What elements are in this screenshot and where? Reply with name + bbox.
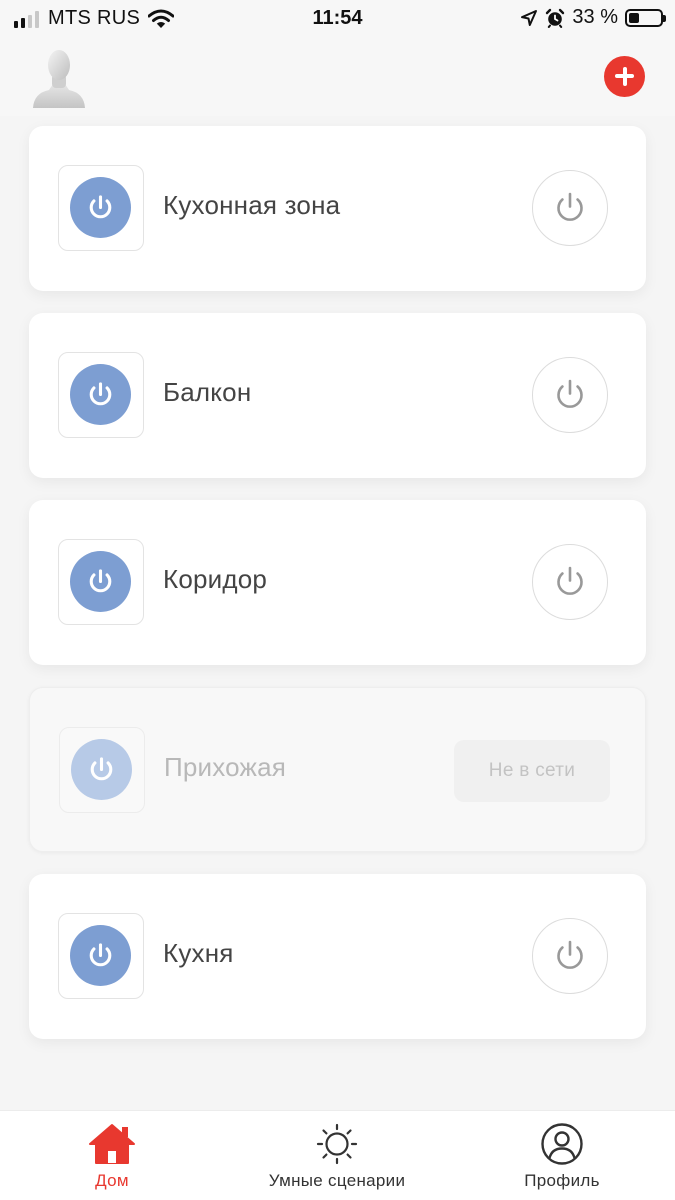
power-icon <box>557 379 583 408</box>
tab-smart-scenarios[interactable]: Умные сценарии <box>237 1123 437 1191</box>
tab-label: Умные сценарии <box>268 1171 406 1190</box>
sun-icon <box>316 1123 358 1165</box>
home-icon <box>89 1124 135 1164</box>
device-card-offline[interactable]: Прихожая Не в сети <box>29 687 646 852</box>
device-icon-tile[interactable] <box>58 352 144 438</box>
add-device-button[interactable] <box>604 56 645 97</box>
device-name: Прихожая <box>164 752 287 782</box>
power-toggle-button[interactable] <box>532 918 608 994</box>
power-icon <box>557 192 583 221</box>
device-icon-tile[interactable] <box>58 165 144 251</box>
power-icon <box>557 940 583 969</box>
user-avatar-icon[interactable] <box>30 46 88 108</box>
power-icon <box>70 925 131 986</box>
device-list: Кухонная зона Балкон Коридор Прихожая Не… <box>29 126 646 1061</box>
tab-profile[interactable]: Профиль <box>462 1123 662 1191</box>
device-card[interactable]: Коридор <box>29 500 646 665</box>
battery-icon <box>625 8 666 27</box>
battery-percent: 33 % <box>572 6 618 28</box>
power-icon <box>70 364 131 425</box>
device-name: Балкон <box>163 377 252 407</box>
profile-icon <box>541 1123 583 1165</box>
device-name: Кухонная зона <box>163 190 341 220</box>
power-toggle-button[interactable] <box>532 357 608 433</box>
device-icon-tile[interactable] <box>59 727 145 813</box>
power-toggle-button[interactable] <box>532 170 608 246</box>
tab-bar: Дом Умные сценарии Профиль <box>0 1110 675 1200</box>
battery-level <box>629 12 639 23</box>
power-toggle-button[interactable] <box>532 544 608 620</box>
device-icon-tile[interactable] <box>58 913 144 999</box>
tab-label: Профиль <box>524 1171 600 1190</box>
header <box>0 38 675 116</box>
status-bar: MTS RUS 11:54 33 % <box>0 0 675 38</box>
device-icon-tile[interactable] <box>58 539 144 625</box>
tab-label: Дом <box>95 1171 129 1190</box>
power-icon <box>557 566 583 595</box>
device-card[interactable]: Балкон <box>29 313 646 478</box>
power-icon <box>70 177 131 238</box>
device-card[interactable]: Кухня <box>29 874 646 1039</box>
location-arrow-icon <box>521 9 538 26</box>
status-right: 33 % <box>520 6 666 29</box>
power-icon <box>70 551 131 612</box>
alarm-icon <box>546 8 565 28</box>
device-card[interactable]: Кухонная зона <box>29 126 646 291</box>
power-icon <box>71 739 132 800</box>
device-name: Коридор <box>163 564 268 594</box>
tab-home[interactable]: Дом <box>12 1123 212 1191</box>
offline-status-badge: Не в сети <box>454 740 610 802</box>
device-name: Кухня <box>163 938 234 968</box>
